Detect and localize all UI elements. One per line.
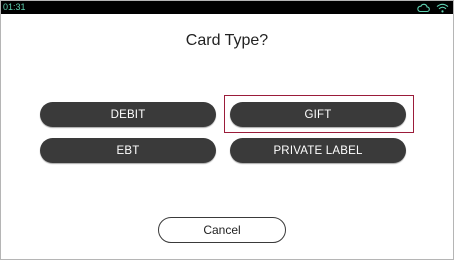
cancel-button-label: Cancel [203,223,241,237]
status-icons [417,2,449,13]
status-bar: 01:31 [1,1,453,14]
page-title: Card Type? [185,32,269,49]
wifi-icon [436,3,449,13]
gift-button[interactable]: GIFT [230,102,406,127]
ebt-button-label: EBT [116,144,140,157]
cloud-icon [417,3,430,13]
debit-button[interactable]: DEBIT [40,102,216,127]
debit-button-label: DEBIT [110,108,146,121]
private-label-button-label: PRIVATE LABEL [273,144,363,157]
private-label-button[interactable]: PRIVATE LABEL [230,138,406,163]
ebt-button[interactable]: EBT [40,138,216,163]
card-type-screen: 01:31 Card Type? DEBIT GIFT EBT PRIVATE … [0,0,454,260]
status-time: 01:31 [3,2,26,12]
gift-button-label: GIFT [304,108,332,121]
cancel-button[interactable]: Cancel [158,217,286,243]
